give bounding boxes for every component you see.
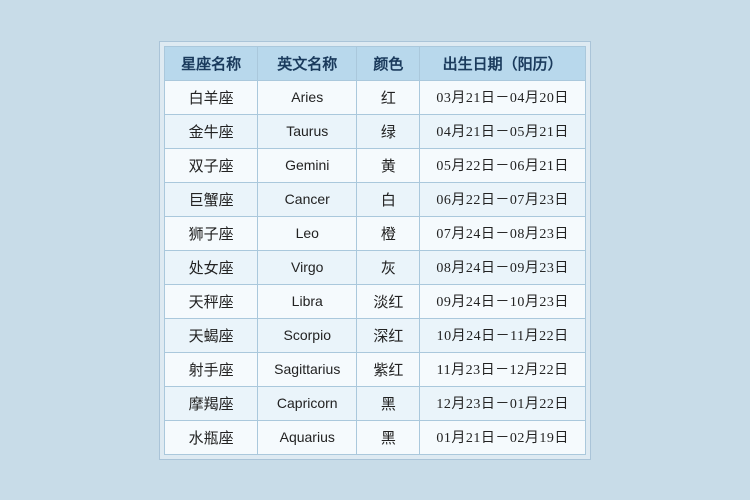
cell-color: 红 [357, 80, 420, 114]
cell-dates: 05月22日－06月21日 [420, 148, 586, 182]
cell-chinese-name: 水瓶座 [165, 420, 258, 454]
cell-english-name: Gemini [258, 148, 357, 182]
cell-english-name: Scorpio [258, 318, 357, 352]
cell-dates: 07月24日－08月23日 [420, 216, 586, 250]
cell-color: 紫红 [357, 352, 420, 386]
cell-dates: 12月23日－01月22日 [420, 386, 586, 420]
cell-dates: 10月24日－11月22日 [420, 318, 586, 352]
cell-color: 黄 [357, 148, 420, 182]
table-row: 天秤座Libra淡红09月24日－10月23日 [165, 284, 586, 318]
cell-english-name: Leo [258, 216, 357, 250]
cell-color: 橙 [357, 216, 420, 250]
cell-chinese-name: 天蝎座 [165, 318, 258, 352]
table-row: 射手座Sagittarius紫红11月23日－12月22日 [165, 352, 586, 386]
zodiac-table-container: 星座名称 英文名称 颜色 出生日期（阳历） 白羊座Aries红03月21日－04… [159, 41, 591, 460]
cell-chinese-name: 射手座 [165, 352, 258, 386]
cell-dates: 11月23日－12月22日 [420, 352, 586, 386]
col-header-english: 英文名称 [258, 46, 357, 80]
cell-chinese-name: 巨蟹座 [165, 182, 258, 216]
cell-dates: 01月21日－02月19日 [420, 420, 586, 454]
cell-dates: 08月24日－09月23日 [420, 250, 586, 284]
table-row: 摩羯座Capricorn黑12月23日－01月22日 [165, 386, 586, 420]
cell-english-name: Capricorn [258, 386, 357, 420]
cell-color: 淡红 [357, 284, 420, 318]
cell-color: 黑 [357, 420, 420, 454]
table-row: 天蝎座Scorpio深红10月24日－11月22日 [165, 318, 586, 352]
zodiac-table: 星座名称 英文名称 颜色 出生日期（阳历） 白羊座Aries红03月21日－04… [164, 46, 586, 455]
col-header-color: 颜色 [357, 46, 420, 80]
cell-color: 白 [357, 182, 420, 216]
cell-chinese-name: 摩羯座 [165, 386, 258, 420]
cell-dates: 04月21日－05月21日 [420, 114, 586, 148]
table-row: 处女座Virgo灰08月24日－09月23日 [165, 250, 586, 284]
cell-dates: 03月21日－04月20日 [420, 80, 586, 114]
cell-english-name: Cancer [258, 182, 357, 216]
cell-english-name: Aries [258, 80, 357, 114]
table-row: 金牛座Taurus绿04月21日－05月21日 [165, 114, 586, 148]
cell-chinese-name: 双子座 [165, 148, 258, 182]
cell-english-name: Sagittarius [258, 352, 357, 386]
table-row: 巨蟹座Cancer白06月22日－07月23日 [165, 182, 586, 216]
col-header-dates: 出生日期（阳历） [420, 46, 586, 80]
cell-chinese-name: 白羊座 [165, 80, 258, 114]
cell-english-name: Taurus [258, 114, 357, 148]
table-row: 狮子座Leo橙07月24日－08月23日 [165, 216, 586, 250]
table-header-row: 星座名称 英文名称 颜色 出生日期（阳历） [165, 46, 586, 80]
cell-color: 绿 [357, 114, 420, 148]
table-row: 水瓶座Aquarius黑01月21日－02月19日 [165, 420, 586, 454]
table-row: 双子座Gemini黄05月22日－06月21日 [165, 148, 586, 182]
cell-dates: 06月22日－07月23日 [420, 182, 586, 216]
cell-english-name: Libra [258, 284, 357, 318]
cell-chinese-name: 金牛座 [165, 114, 258, 148]
cell-color: 灰 [357, 250, 420, 284]
cell-dates: 09月24日－10月23日 [420, 284, 586, 318]
cell-english-name: Virgo [258, 250, 357, 284]
cell-color: 黑 [357, 386, 420, 420]
cell-color: 深红 [357, 318, 420, 352]
cell-chinese-name: 处女座 [165, 250, 258, 284]
col-header-chinese: 星座名称 [165, 46, 258, 80]
cell-chinese-name: 狮子座 [165, 216, 258, 250]
table-row: 白羊座Aries红03月21日－04月20日 [165, 80, 586, 114]
cell-english-name: Aquarius [258, 420, 357, 454]
cell-chinese-name: 天秤座 [165, 284, 258, 318]
